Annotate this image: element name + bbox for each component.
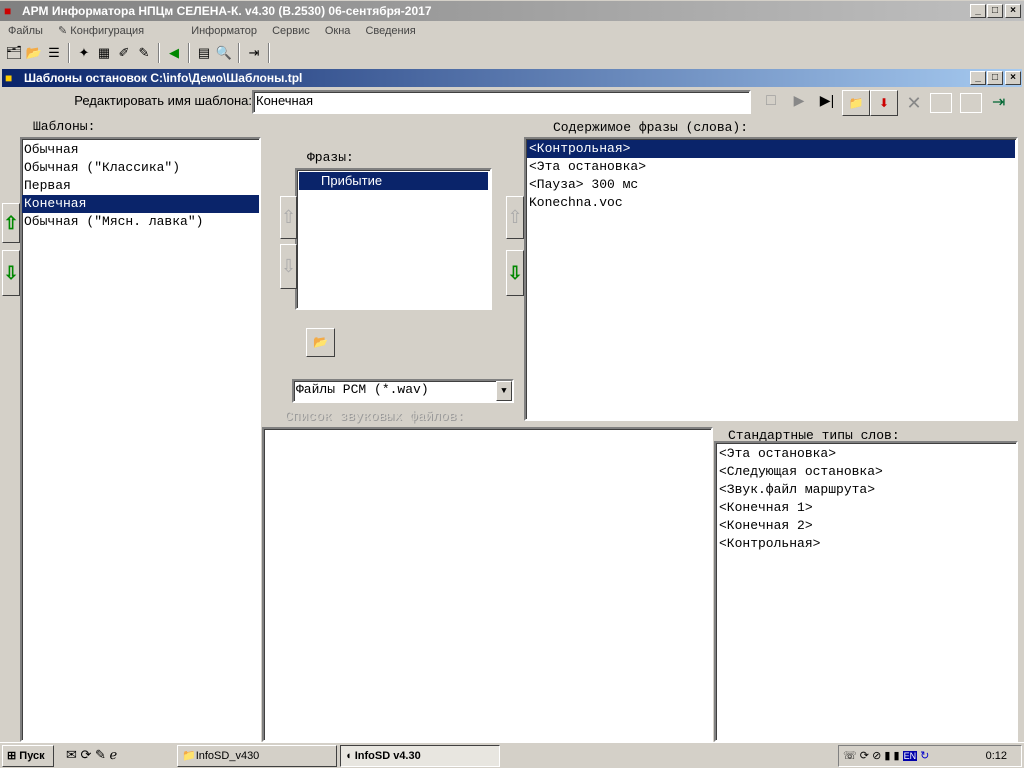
chevron-down-icon[interactable]: ▼ [496, 381, 512, 401]
minimize-button[interactable]: _ [970, 4, 986, 18]
phrases-label: Фразы: [307, 150, 354, 165]
task-infosd-folder[interactable]: 📁InfoSD_v430 [177, 745, 337, 767]
app-title: АРМ Информатора НПЦм СЕЛЕНА-К. v4.30 (B.… [22, 4, 432, 18]
list-item[interactable]: Konechna.voc [527, 194, 1015, 212]
list-item[interactable]: <Пауза> 300 мс [527, 176, 1015, 194]
menu-service[interactable]: Сервис [272, 25, 310, 37]
system-tray: ☏ ⟳ ⊘ ▮ ▮ EN ↻ 0:12 [838, 745, 1022, 767]
folder-open-icon[interactable]: 📂 [24, 43, 44, 63]
maximize-button[interactable]: □ [987, 4, 1003, 18]
app-bus-icon: ■ [4, 4, 12, 18]
search-icon[interactable]: 🔍 [214, 43, 234, 63]
menu-bar: Файлы ✎ Конфигурация Информатор Сервис О… [8, 24, 428, 37]
menu-about[interactable]: Сведения [365, 25, 415, 37]
edit-icon[interactable]: ✐ [114, 43, 134, 63]
add-folder-button[interactable]: 📁 [842, 90, 870, 116]
delete-button[interactable]: ✕ [900, 90, 928, 116]
open-folder-button[interactable]: 📂 [306, 328, 335, 357]
play-button[interactable]: ▶ [788, 92, 810, 114]
child-minimize-button[interactable]: _ [970, 71, 986, 85]
template-move-up-button[interactable]: ⇧ [2, 203, 20, 243]
document-icon[interactable]: ▤ [194, 43, 214, 63]
list-item[interactable]: <Конечная 1> [717, 499, 1015, 517]
child-maximize-button[interactable]: □ [987, 71, 1003, 85]
list-item[interactable]: <Звук.файл маршрута> [717, 481, 1015, 499]
window-button-1[interactable] [930, 93, 952, 113]
config-icon[interactable]: ✎ [134, 43, 154, 63]
play-to-end-button[interactable]: ▶| [816, 92, 838, 114]
list-item-selected[interactable]: <Контрольная> [527, 140, 1015, 158]
list-item[interactable]: Первая [22, 177, 259, 195]
open-multiple-icon[interactable]: 🗂 [4, 43, 24, 63]
sound-files-label: Список звуковых файлов: [285, 409, 465, 424]
clock: 0:12 [985, 750, 1007, 762]
language-indicator[interactable]: EN [902, 751, 918, 761]
template-move-down-button[interactable]: ⇩ [2, 250, 20, 296]
list-item[interactable]: <Контрольная> [717, 535, 1015, 553]
close-button[interactable]: × [1005, 4, 1021, 18]
panel-icon[interactable]: ▦ [94, 43, 114, 63]
child-bus-icon: ■ [5, 71, 13, 85]
phrase-move-down-button[interactable]: ⇩ [280, 244, 297, 289]
import-button[interactable]: ⬇ [870, 90, 898, 116]
phrases-list[interactable]: Прибытие [295, 168, 492, 310]
window-button-2[interactable] [960, 93, 982, 113]
tray-icons[interactable]: ☏ ⟳ ⊘ ▮ ▮ [843, 750, 900, 762]
app-title-bar: ■ АРМ Информатора НПЦм СЕЛЕНА-К. v4.30 (… [0, 1, 1024, 21]
list-item[interactable]: Обычная ("Мясн. лавка") [22, 213, 259, 231]
update-icon[interactable]: ↻ [920, 750, 929, 762]
exit-icon[interactable]: ⇥ [244, 43, 264, 63]
templates-label: Шаблоны: [33, 119, 96, 134]
list-item[interactable]: <Эта остановка> [717, 445, 1015, 463]
file-type-select[interactable]: Файлы PCM (*.wav) ▼ [292, 379, 514, 403]
content-list[interactable]: <Контрольная> <Эта остановка> <Пауза> 30… [524, 137, 1018, 421]
exit-door-button[interactable]: ⇥ [992, 92, 1016, 114]
task-label: InfoSD_v430 [195, 750, 260, 762]
speaker-icon[interactable]: ◀ [164, 43, 184, 63]
task-infosd-app[interactable]: ◖ InfoSD v4.30 [340, 745, 500, 767]
content-label: Содержимое фразы (слова): [553, 120, 749, 135]
start-label: Пуск [19, 750, 45, 762]
lamp-icon[interactable]: ✦ [74, 43, 94, 63]
child-close-button[interactable]: × [1005, 71, 1021, 85]
menu-informator[interactable]: Информатор [191, 25, 257, 37]
child-title: Шаблоны остановок C:\info\Демо\Шаблоны.t… [24, 71, 303, 85]
start-button[interactable]: ⊞ Пуск [2, 745, 54, 767]
list-item[interactable]: <Эта остановка> [527, 158, 1015, 176]
list-item[interactable]: Обычная [22, 141, 259, 159]
menu-windows[interactable]: Окна [325, 25, 351, 37]
sound-files-list[interactable] [262, 427, 713, 742]
template-name-input[interactable]: Конечная [252, 90, 751, 114]
templates-list[interactable]: Обычная Обычная ("Классика") Первая Коне… [20, 137, 261, 742]
list-item-selected[interactable]: Прибытие [299, 172, 488, 190]
file-type-value: Файлы PCM (*.wav) [296, 382, 429, 397]
task-label: InfoSD v4.30 [354, 750, 421, 762]
template-name-label: Редактировать имя шаблона: [74, 93, 252, 108]
list-item-selected[interactable]: Конечная [22, 195, 259, 213]
content-move-up-button[interactable]: ⇧ [506, 196, 524, 239]
content-move-down-button[interactable]: ⇩ [506, 250, 524, 296]
taskbar: ⊞ Пуск ✉ ⟳ ✎ ℯ 📁InfoSD_v430 ◖ InfoSD v4.… [0, 742, 1024, 768]
list-icon[interactable]: ☰ [44, 43, 64, 63]
phrase-move-up-button[interactable]: ⇧ [280, 196, 297, 239]
menu-config-label: Конфигурация [70, 25, 145, 37]
std-words-list[interactable]: <Эта остановка> <Следующая остановка> <З… [714, 441, 1018, 742]
main-toolbar: 🗂 📂 ☰ ✦ ▦ ✐ ✎ ◀ ▤ 🔍 ⇥ [4, 43, 274, 63]
list-item[interactable]: Обычная ("Классика") [22, 159, 259, 177]
list-item[interactable]: <Следующая остановка> [717, 463, 1015, 481]
list-item[interactable]: <Конечная 2> [717, 517, 1015, 535]
menu-config[interactable]: ✎ Конфигурация [58, 25, 156, 37]
child-title-bar: ■ Шаблоны остановок C:\info\Демо\Шаблоны… [2, 69, 1022, 87]
menu-files[interactable]: Файлы [8, 25, 43, 37]
quicklaunch-icons[interactable]: ✉ ⟳ ✎ ℯ [66, 747, 117, 763]
stop-button[interactable]: □ [760, 92, 782, 114]
